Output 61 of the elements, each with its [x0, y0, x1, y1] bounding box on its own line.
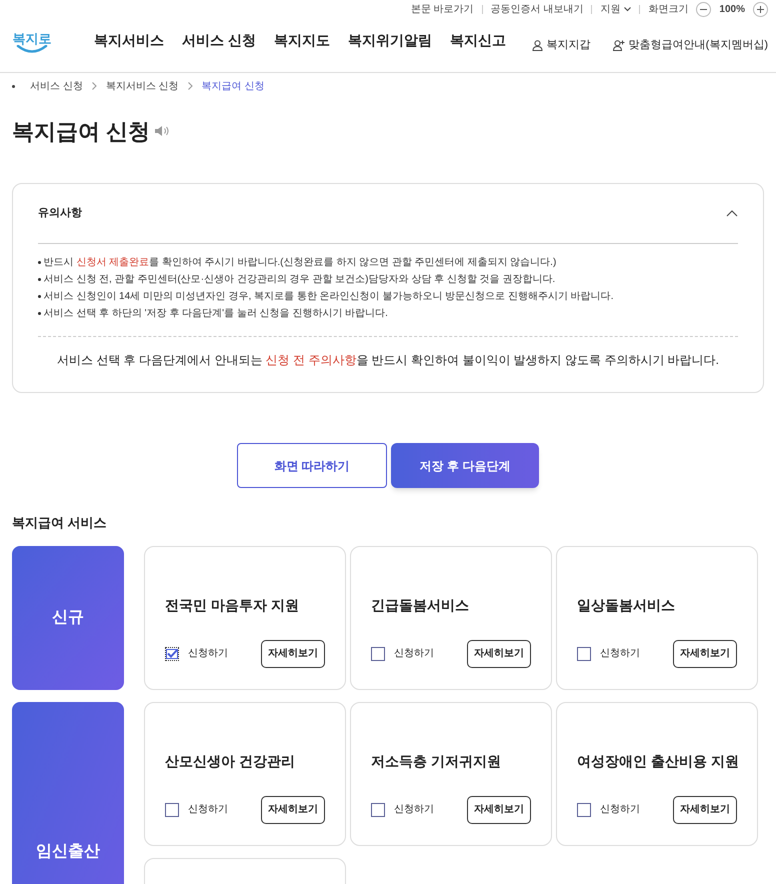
next-step-button[interactable]: 저장 후 다음단계 [391, 443, 539, 488]
category-label: 신규 [52, 608, 84, 628]
detail-button[interactable]: 자세히보기 [467, 640, 531, 668]
checkbox-label: 신청하기 [394, 647, 434, 661]
tutorial-button[interactable]: 화면 따라하기 [237, 443, 387, 488]
service-title: 긴급돌봄서비스 [371, 596, 470, 614]
notice-item: 반드시 신청서 제출완료를 확인하여 주시기 바랍니다.(신청완료를 하지 않으면 관할 주민센터에 제출되지 않습니다.) [44, 256, 556, 270]
detail-button[interactable]: 자세히보기 [467, 796, 531, 824]
checkbox[interactable] [371, 646, 385, 660]
zoom-in-button[interactable] [753, 2, 768, 16]
nav-link[interactable]: 복지위기알림 [348, 30, 432, 50]
checkbox[interactable] [371, 802, 385, 816]
nav-link[interactable]: 서비스 신청 [182, 30, 256, 50]
smile-icon [16, 44, 48, 52]
chevron-icon [92, 82, 97, 90]
service-title: 산모신생아 건강관리 [165, 752, 296, 770]
utility-link[interactable]: 공동인증서 내보내기 [490, 2, 584, 16]
nav-link[interactable]: 복지지도 [274, 30, 330, 50]
detail-button[interactable]: 자세히보기 [261, 640, 325, 668]
person-icon [532, 40, 543, 50]
detail-button[interactable]: 자세히보기 [673, 796, 737, 824]
page-title: 복지급여 신청 [12, 118, 150, 146]
nav-link[interactable]: 복지서비스 [94, 30, 164, 50]
section-title: 복지급여 서비스 [11, 514, 108, 532]
breadcrumb-link[interactable]: 서비스 신청 [30, 78, 83, 94]
checkbox-label: 신청하기 [394, 803, 434, 817]
category-label: 임신출산 [36, 842, 100, 862]
breadcrumb-link[interactable]: 복지서비스 신청 [106, 78, 179, 94]
checkbox[interactable] [165, 802, 179, 816]
notice-item: 서비스 신청 전, 관할 주민센터(산모·신생아 건강관리의 경우 관할 보건소)담당자와 상담 후 신청할 것을 권장합니다. [44, 273, 556, 287]
notice-item: 서비스 신청인이 14세 미만의 미성년자인 경우, 복지로를 통한 온라인신청이 불가능하오니 방문신청으로 진행해주시기 바랍니다. [44, 290, 614, 304]
checkbox-label: 신청하기 [188, 803, 228, 817]
checkbox[interactable] [577, 802, 591, 816]
support-menu[interactable]: 지원 [600, 2, 632, 16]
person-add-icon [612, 40, 625, 50]
detail-button[interactable]: 자세히보기 [673, 640, 737, 668]
utility-link[interactable]: 본문 바로가기 [410, 2, 474, 16]
checkbox-label: 신청하기 [188, 647, 228, 661]
notice-item: 서비스 선택 후 하단의 '저장 후 다음단계'를 눌러 신청을 진행하시기 바랍니다. [44, 307, 388, 321]
breadcrumb-link[interactable]: 복지급여 신청 [202, 78, 264, 94]
checkbox[interactable] [577, 646, 591, 660]
plus-icon [757, 6, 764, 12]
detail-button[interactable]: 자세히보기 [261, 796, 325, 824]
caret-icon [624, 6, 632, 12]
nav-link[interactable]: 복지신고 [450, 30, 506, 50]
service-title: 전국민 마음투자 지원 [165, 596, 300, 614]
wallet-link[interactable]: 복지지갑 [532, 36, 591, 54]
notice-title: 유의사항 [38, 206, 82, 222]
checkbox-label: 신청하기 [600, 647, 640, 661]
service-title: 여성장애인 출산비용 지원 [577, 752, 737, 770]
notice-footer: 서비스 선택 후 다음단계에서 안내되는 신청 전 주의사항을 반드시 확인하여 불이익이 발생하지 않도록 주의하시기 바랍니다. [38, 351, 738, 369]
checkbox-label: 신청하기 [600, 803, 640, 817]
speaker-icon [154, 125, 170, 137]
zoom-out-button[interactable] [696, 2, 712, 16]
zoom-label: 화면크기 [648, 2, 688, 16]
membership-link[interactable]: 맞춤형급여안내(복지멤버십) [612, 36, 768, 54]
service-title: 일상돌봄서비스 [577, 596, 676, 614]
chevron-icon [188, 82, 193, 90]
zoom-value: 100% [719, 2, 745, 16]
service-title: 저소득층 기저귀지원 [371, 752, 502, 770]
checkbox[interactable] [165, 646, 179, 660]
